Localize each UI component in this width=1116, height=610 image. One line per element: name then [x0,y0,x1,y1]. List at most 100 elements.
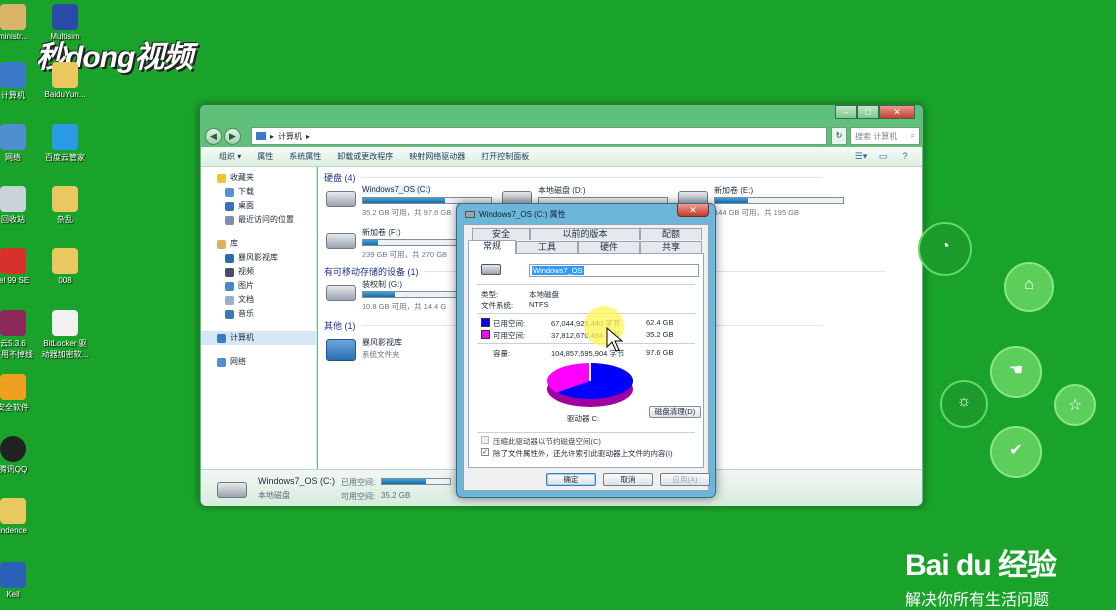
desktop-icon-qq[interactable]: 腾讯QQ [0,436,44,475]
tab-tools[interactable]: 工具 [516,241,578,253]
nav-recent[interactable]: 最近访问的位置 [201,213,316,227]
nav-downloads[interactable]: 下载 [201,185,316,199]
desktop-icon-keil[interactable]: Keil [0,562,44,599]
preview-pane-icon[interactable]: ▭ [876,150,890,162]
desktop-icon-security[interactable]: 安全软件 [0,374,44,413]
star-icon [217,173,226,183]
maximize-button[interactable]: □ [857,105,879,119]
breadcrumb-chevron-icon: ▸ [270,131,275,141]
tab-general[interactable]: 常规 [468,240,516,254]
drive-usage-bar [714,197,844,204]
nav-favorites[interactable]: 收藏夹 [201,171,316,185]
hard-drive-icon [326,233,356,249]
tab-quota[interactable]: 配额 [640,228,702,240]
nav-storm-library[interactable]: 暴风影视库 [201,251,316,265]
cancel-button[interactable]: 取消 [603,473,653,486]
tab-previous-versions[interactable]: 以前的版本 [530,228,640,240]
minimize-button[interactable]: – [835,105,857,119]
dialog-close-button[interactable]: ✕ [677,204,709,217]
toolbar-right: ☰▾ ▭ ? [854,150,912,162]
picture-icon [225,281,234,291]
apply-button[interactable]: 应用(A) [660,473,710,486]
nav-network[interactable]: 网络 [201,355,316,369]
sun-icon: ☼ [956,393,972,410]
properties-dialog: Windows7_OS (C:) 属性 ✕ 安全 以前的版本 配额 常规 工具 … [456,203,716,498]
ok-button[interactable]: 确定 [546,473,596,486]
nav-documents[interactable]: 文档 [201,293,316,307]
view-options-icon[interactable]: ☰▾ [854,150,868,162]
properties-button[interactable]: 属性 [249,151,281,162]
refresh-button[interactable]: ↻ [831,127,847,145]
organize-button[interactable]: 组织 ▾ [211,151,249,162]
bitlocker-icon [52,310,78,336]
navigation-pane: 收藏夹 下载 桌面 最近访问的位置 库 暴风影视库 视频 图片 文档 音乐 计算… [201,167,317,469]
nav-desktop[interactable]: 桌面 [201,199,316,213]
group-other[interactable]: 其他 (1) [324,319,814,332]
desktop-icon-baiduyun-manager[interactable]: 百度云管家 [34,124,96,163]
drive-caption: 驱动器 C: [567,414,600,423]
desktop-icon-baiduyun[interactable]: BaiduYun... [34,62,96,99]
archive-icon [0,310,26,336]
desktop-icon-008[interactable]: 008 [34,248,96,285]
desktop-icon [225,201,234,211]
keil-icon [0,562,26,588]
desktop-icon-indence[interactable]: indence [0,498,44,535]
leaf-icon: ◔ [940,238,950,255]
dialog-title: Windows7_OS (C:) 属性 [465,209,566,220]
desktop-icon-bitlocker[interactable]: BitLocker 驱 动器加密软... [34,310,96,360]
star-outline-icon: ☆ [1067,397,1083,414]
check-icon: ✔ [1009,442,1023,459]
volume-name-input[interactable]: Windows7_OS [529,264,699,277]
deco-circle: ⌂ [1004,262,1054,312]
map-drive-button[interactable]: 映射网络驱动器 [401,151,473,162]
close-button[interactable]: ✕ [879,105,915,119]
search-input[interactable]: 搜索 计算机 ⌕ [850,127,920,145]
address-bar[interactable]: ▸ 计算机 ▸ [251,127,827,145]
desktop-icon-multisim[interactable]: Multisim [34,4,96,41]
nav-library[interactable]: 库 [201,237,316,251]
multisim-icon [52,4,78,30]
network-icon [0,124,26,150]
nav-videos[interactable]: 视频 [201,265,316,279]
group-hard-disks[interactable]: 硬盘 (4) [324,171,814,184]
dialog-body: 安全 以前的版本 配额 常规 工具 硬件 共享 Windows7_OS 类型: … [463,224,710,491]
hard-drive-icon [217,482,247,498]
back-button[interactable]: ◀ [205,128,222,145]
used-space-swatch [481,318,490,327]
deco-circle: ◔ [918,222,972,276]
nav-music[interactable]: 音乐 [201,307,316,321]
video-library-icon [225,253,234,263]
compress-checkbox[interactable] [481,436,489,444]
disk-usage-pie [547,363,633,407]
nav-computer[interactable]: 计算机 [201,331,316,345]
tab-hardware[interactable]: 硬件 [578,241,640,253]
breadcrumb[interactable]: 计算机 [278,131,302,142]
computer-small-icon [256,132,266,140]
separator [477,432,695,433]
hand-icon: ☚ [1008,362,1024,379]
tab-sharing[interactable]: 共享 [640,241,702,253]
system-properties-button[interactable]: 系统属性 [281,151,329,162]
uninstall-button[interactable]: 卸载或更改程序 [329,151,401,162]
details-usage-bar [381,478,451,485]
cloud-icon [52,124,78,150]
tab-security[interactable]: 安全 [472,228,530,240]
control-panel-button[interactable]: 打开控制面板 [473,151,537,162]
computer-icon [0,62,26,88]
search-icon: ⌕ [910,131,915,140]
help-icon[interactable]: ? [898,150,912,162]
document-icon [225,295,234,305]
disk-cleanup-button[interactable]: 磁盘清理(D) [649,406,701,418]
folder-icon [52,186,78,212]
free-space-swatch [481,330,490,339]
qq-icon [0,436,26,462]
forward-button[interactable]: ▶ [224,128,241,145]
nav-pictures[interactable]: 图片 [201,279,316,293]
group-removable[interactable]: 有可移动存储的设备 (1) [324,265,882,278]
index-checkbox[interactable]: ✓ [481,448,489,456]
user-folder-icon [0,4,26,30]
deco-circle: ☼ [940,380,988,428]
deco-circle: ✔ [990,426,1042,478]
desktop-icon-misc[interactable]: 杂乱 [34,186,96,225]
general-panel: Windows7_OS 类型: 本地磁盘 文件系统: NTFS 已用空间: 67… [468,253,704,468]
